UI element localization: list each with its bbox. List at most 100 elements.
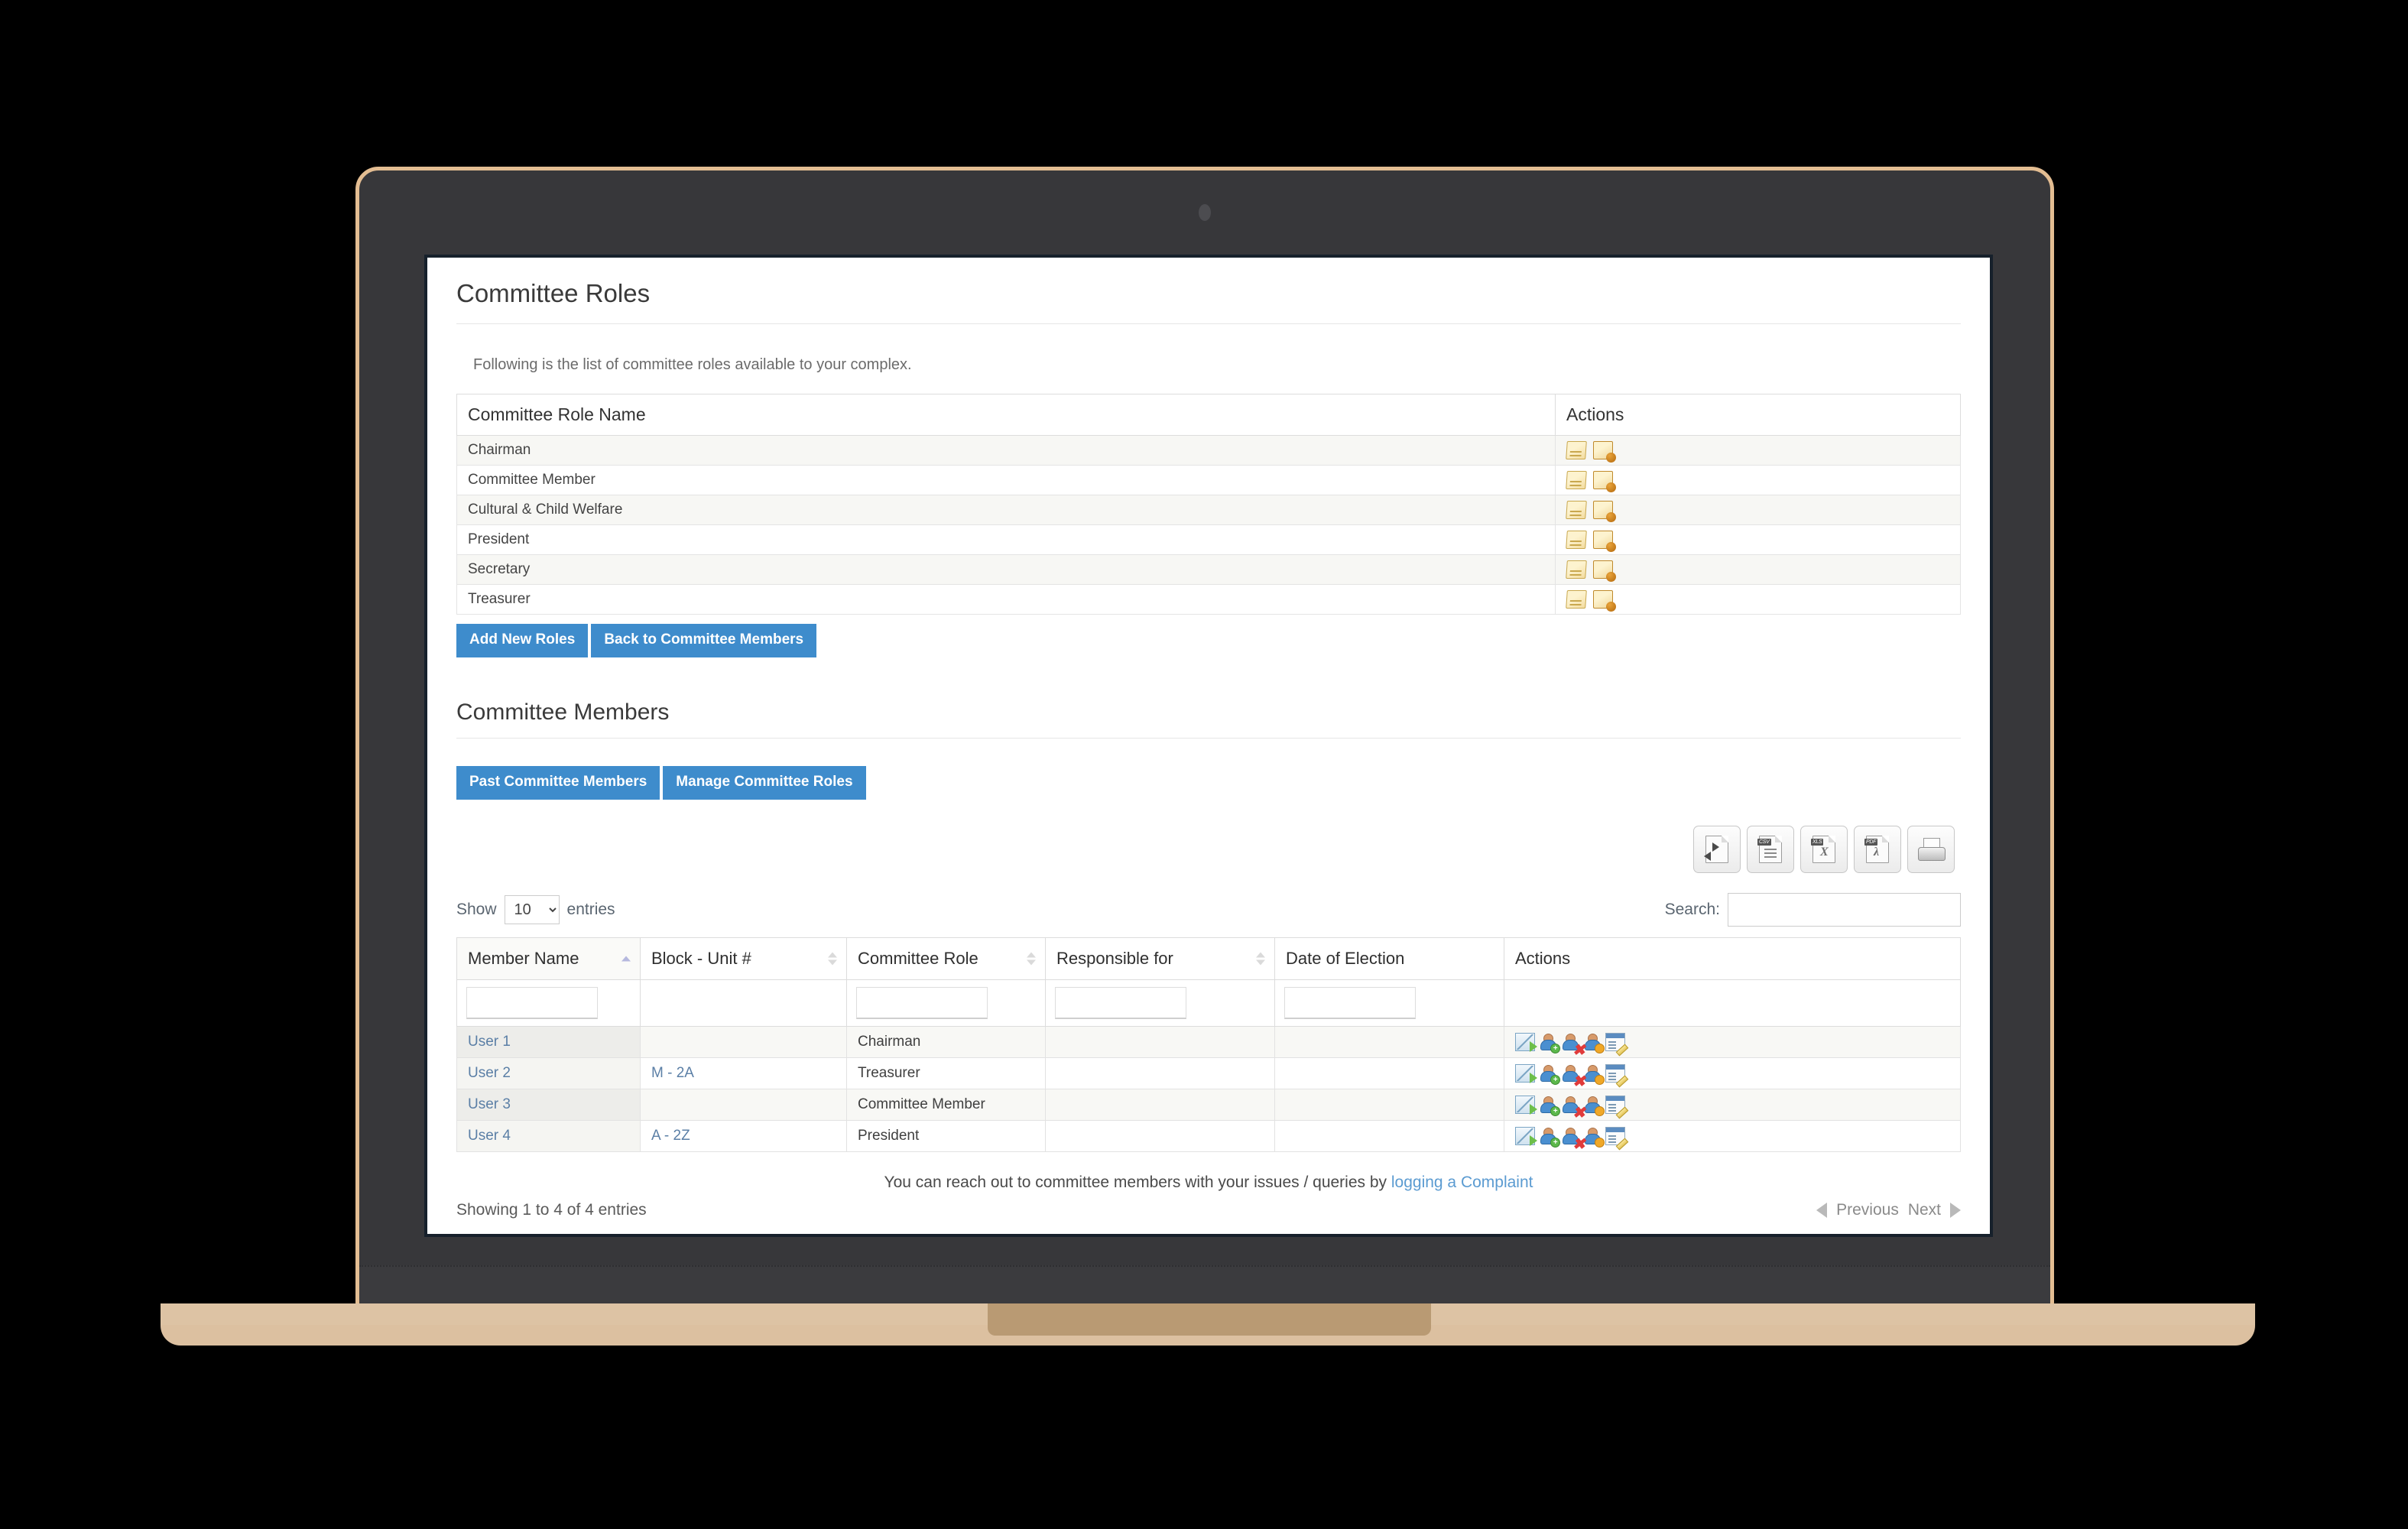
user-role-icon[interactable] — [1583, 1064, 1605, 1085]
column-header-member-name[interactable]: Member Name — [456, 937, 641, 980]
block-unit-link[interactable]: M - 2A — [651, 1065, 694, 1081]
delete-user-icon[interactable]: ✖ — [1561, 1096, 1585, 1121]
cell-date-of-election — [1274, 1119, 1504, 1152]
column-header-block-unit[interactable]: Block - Unit # — [640, 937, 847, 980]
add-new-roles-button[interactable]: Add New Roles — [456, 624, 589, 657]
role-name-cell: Chairman — [456, 435, 1556, 466]
block-unit-link[interactable]: A - 2Z — [651, 1128, 690, 1144]
cell-block-unit: M - 2A — [640, 1057, 847, 1089]
cell-committee-role: Treasurer — [846, 1057, 1046, 1089]
back-to-committee-members-button[interactable]: Back to Committee Members — [591, 624, 817, 657]
delete-user-icon[interactable]: ✖ — [1561, 1127, 1585, 1152]
csv-export-button[interactable]: CSV — [1747, 825, 1794, 873]
sort-toggle-icon — [1027, 952, 1036, 966]
column-header-date-of-election[interactable]: Date of Election — [1274, 937, 1504, 980]
delete-user-icon[interactable]: ✖ — [1561, 1033, 1585, 1058]
cell-actions: + ✖ — [1504, 1025, 1961, 1058]
role-actions-cell — [1555, 524, 1961, 555]
edit-note-icon[interactable] — [1566, 441, 1587, 459]
excel-export-button[interactable]: XLS X — [1800, 825, 1848, 873]
members-table-body: User 1 Chairman + ✖ User 2 M - 2A Treasu… — [456, 1025, 1961, 1152]
user-role-icon[interactable] — [1583, 1127, 1605, 1148]
cell-block-unit: A - 2Z — [640, 1119, 847, 1152]
member-name-link[interactable]: User 1 — [468, 1034, 511, 1050]
add-user-icon[interactable]: + — [1539, 1064, 1560, 1085]
cell-responsible-for — [1045, 1088, 1275, 1121]
column-filter-row — [456, 979, 1961, 1027]
members-button-row: Past Committee Members Manage Committee R… — [456, 765, 1961, 800]
manage-committee-roles-button[interactable]: Manage Committee Roles — [663, 765, 866, 800]
cell-responsible-for — [1045, 1025, 1275, 1058]
next-page-button[interactable]: Next — [1908, 1201, 1941, 1219]
send-email-icon[interactable] — [1515, 1063, 1537, 1083]
role-actions-cell — [1555, 465, 1961, 495]
delete-note-icon[interactable] — [1593, 531, 1616, 552]
filter-cell-actions — [1504, 979, 1961, 1027]
edit-details-icon[interactable] — [1605, 1095, 1629, 1119]
add-user-icon[interactable]: + — [1539, 1127, 1560, 1148]
pdf-export-button[interactable]: PDF λ — [1854, 825, 1901, 873]
sort-toggle-icon — [1256, 952, 1265, 966]
edit-details-icon[interactable] — [1605, 1032, 1629, 1057]
webcam-icon — [1199, 204, 1211, 221]
edit-details-icon[interactable] — [1605, 1063, 1629, 1088]
cell-committee-role: President — [846, 1119, 1046, 1152]
user-role-icon[interactable] — [1583, 1033, 1605, 1053]
browser-viewport: Committee Roles Following is the list of… — [427, 258, 1990, 1234]
edit-note-icon[interactable] — [1566, 590, 1587, 609]
user-role-icon[interactable] — [1583, 1096, 1605, 1116]
laptop-frame: Committee Roles Following is the list of… — [355, 167, 2054, 1311]
screen-bezel: Committee Roles Following is the list of… — [424, 255, 1993, 1237]
table-row: User 2 M - 2A Treasurer + ✖ — [456, 1057, 1961, 1089]
send-email-icon[interactable] — [1515, 1126, 1537, 1146]
filter-input-member-name[interactable] — [466, 986, 598, 1019]
search-input[interactable] — [1728, 892, 1961, 927]
copy-icon — [1704, 835, 1728, 863]
member-name-link[interactable]: User 2 — [468, 1065, 511, 1081]
filter-input-date-of-election[interactable] — [1284, 986, 1416, 1019]
member-name-link[interactable]: User 3 — [468, 1096, 511, 1112]
filter-input-responsible-for[interactable] — [1055, 986, 1186, 1019]
table-row: User 4 A - 2Z President + ✖ — [456, 1119, 1961, 1152]
member-name-link[interactable]: User 4 — [468, 1128, 511, 1144]
next-arrow-icon[interactable] — [1950, 1202, 1961, 1218]
past-committee-members-button[interactable]: Past Committee Members — [456, 765, 660, 800]
table-row: Chairman — [456, 435, 1961, 466]
delete-note-icon[interactable] — [1593, 590, 1616, 612]
entries-info: Showing 1 to 4 of 4 entries — [456, 1200, 647, 1219]
logging-a-complaint-link[interactable]: logging a Complaint — [1391, 1174, 1533, 1191]
copy-button[interactable] — [1693, 825, 1741, 873]
edit-note-icon[interactable] — [1566, 471, 1587, 489]
role-actions-cell — [1555, 554, 1961, 585]
edit-details-icon[interactable] — [1605, 1126, 1629, 1151]
delete-note-icon[interactable] — [1593, 560, 1616, 582]
edit-note-icon[interactable] — [1566, 560, 1587, 579]
edit-note-icon[interactable] — [1566, 531, 1587, 549]
delete-note-icon[interactable] — [1593, 471, 1616, 492]
print-button[interactable] — [1907, 825, 1955, 873]
role-name-cell: Committee Member — [456, 465, 1556, 495]
add-user-icon[interactable]: + — [1539, 1096, 1560, 1116]
edit-note-icon[interactable] — [1566, 501, 1587, 519]
cell-committee-role: Committee Member — [846, 1088, 1046, 1121]
cell-date-of-election — [1274, 1088, 1504, 1121]
previous-arrow-icon[interactable] — [1816, 1202, 1828, 1218]
column-header-committee-role[interactable]: Committee Role — [846, 937, 1046, 980]
send-email-icon[interactable] — [1515, 1032, 1537, 1052]
cell-date-of-election — [1274, 1057, 1504, 1089]
add-user-icon[interactable]: + — [1539, 1033, 1560, 1053]
roles-table-body: Chairman Committee Member Cultural & Chi… — [456, 435, 1961, 615]
delete-note-icon[interactable] — [1593, 501, 1616, 522]
role-actions-cell — [1555, 495, 1961, 525]
entries-per-page-select[interactable]: 10 25 50 100 — [504, 894, 560, 924]
filter-input-committee-role[interactable] — [856, 986, 988, 1019]
delete-user-icon[interactable]: ✖ — [1561, 1064, 1585, 1089]
role-actions-cell — [1555, 435, 1961, 466]
committee-roles-table: Committee Role Name Actions Chairman Com… — [456, 394, 1961, 615]
export-toolbar: CSV XLS X PDF λ — [456, 825, 1955, 873]
send-email-icon[interactable] — [1515, 1095, 1537, 1115]
role-name-cell: Treasurer — [456, 584, 1556, 615]
column-header-responsible-for[interactable]: Responsible for — [1045, 937, 1275, 980]
delete-note-icon[interactable] — [1593, 441, 1616, 463]
previous-page-button[interactable]: Previous — [1836, 1201, 1899, 1219]
